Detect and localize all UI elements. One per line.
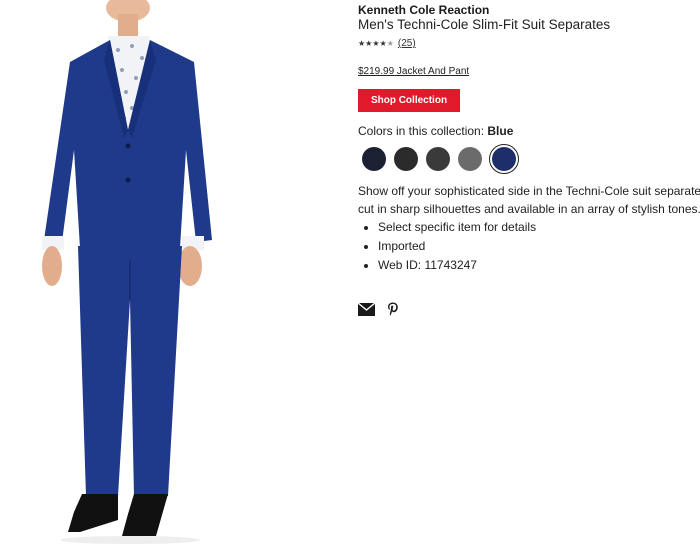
pinterest-icon[interactable]	[387, 302, 399, 316]
colors-label-text: Colors in this collection:	[358, 124, 488, 138]
description-line: cut in sharp silhouettes and available i…	[358, 202, 700, 216]
color-swatches	[361, 144, 519, 174]
star-rating: ★ ★ ★ ★ ★	[358, 39, 394, 49]
bullet-icon	[364, 225, 368, 230]
colors-label: Colors in this collection: Blue	[358, 124, 513, 138]
half-star-icon: ★	[386, 38, 394, 48]
color-swatch-gray[interactable]	[457, 146, 483, 172]
list-item: Select specific item for details	[364, 218, 536, 237]
bullet-icon	[364, 244, 368, 249]
list-item: Web ID: 11743247	[364, 256, 536, 275]
brand-name[interactable]: Kenneth Cole Reaction	[358, 3, 489, 17]
bullet-icon	[364, 263, 368, 268]
description-line: Show off your sophisticated side in the …	[358, 184, 700, 198]
price-link[interactable]: $219.99 Jacket And Pant	[358, 66, 469, 77]
swatch-color-dot	[362, 147, 386, 171]
swatch-color-dot	[426, 147, 450, 171]
star-icon: ★	[365, 38, 373, 48]
share-icons	[358, 302, 399, 316]
star-icon: ★	[372, 38, 380, 48]
swatch-color-dot	[492, 147, 516, 171]
rating[interactable]: ★ ★ ★ ★ ★ (25)	[358, 38, 416, 49]
color-swatch-blue[interactable]	[489, 144, 519, 174]
swatch-color-dot	[458, 147, 482, 171]
star-icon: ★	[358, 38, 366, 48]
color-swatch-charcoal[interactable]	[393, 146, 419, 172]
list-item: Imported	[364, 237, 536, 256]
product-title: Men's Techni-Cole Slim-Fit Suit Separate…	[358, 17, 611, 32]
selected-color-name: Blue	[487, 124, 514, 138]
product-bullets: Select specific item for details Importe…	[364, 218, 536, 275]
color-swatch-dark-gray[interactable]	[425, 146, 451, 172]
product-image[interactable]	[0, 0, 340, 554]
swatch-color-dot	[394, 147, 418, 171]
review-count-link[interactable]: (25)	[398, 38, 416, 49]
color-swatch-navy-dark[interactable]	[361, 146, 387, 172]
product-description: Show off your sophisticated side in the …	[358, 182, 700, 218]
star-icon: ★	[379, 38, 387, 48]
email-icon[interactable]	[358, 302, 375, 316]
shop-collection-button[interactable]: Shop Collection	[358, 89, 460, 112]
